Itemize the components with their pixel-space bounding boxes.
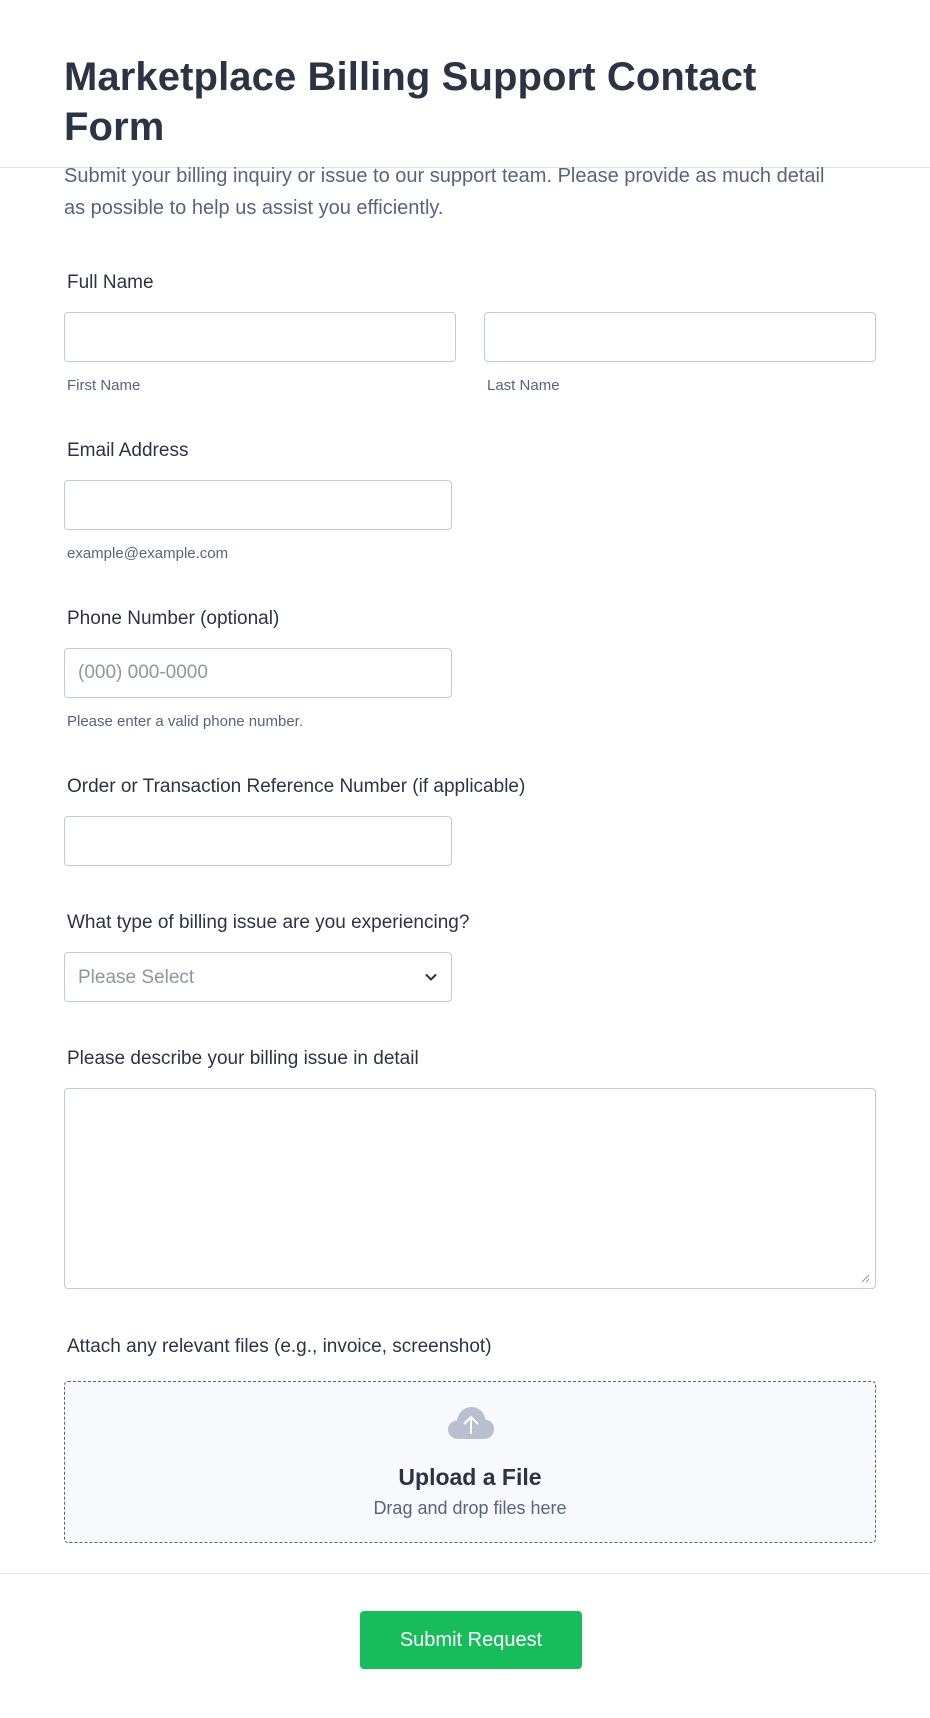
first-name-column: First Name	[64, 312, 456, 396]
reference-label: Order or Transaction Reference Number (i…	[67, 776, 526, 797]
submit-button[interactable]: Submit Request	[360, 1611, 582, 1669]
last-name-input[interactable]	[484, 312, 876, 362]
issue-type-select[interactable]: Please Select	[64, 952, 452, 1002]
description-field: Please describe your billing issue in de…	[64, 1047, 876, 1289]
issue-type-field: What type of billing issue are you exper…	[64, 911, 469, 1002]
reference-input[interactable]	[64, 816, 452, 866]
chevron-down-icon	[425, 974, 437, 981]
upload-hint: Drag and drop files here	[373, 1498, 567, 1518]
email-label: Email Address	[67, 440, 189, 461]
issue-type-selected: Please Select	[78, 967, 195, 988]
email-input[interactable]	[64, 480, 452, 530]
last-name-column: Last Name	[484, 312, 876, 396]
first-name-input[interactable]	[64, 312, 456, 362]
email-field: Email Address example@example.com	[64, 439, 452, 564]
phone-sublabel: Please enter a valid phone number.	[67, 713, 303, 730]
first-name-sublabel: First Name	[67, 377, 141, 394]
form-subtitle: Submit your billing inquiry or issue to …	[64, 165, 825, 219]
billing-support-form: Marketplace Billing Support Contact Form…	[0, 0, 930, 1718]
full-name-label-wrap: Full Name	[64, 271, 154, 295]
attachments-label: Attach any relevant files (e.g., invoice…	[67, 1336, 492, 1357]
description-label: Please describe your billing issue in de…	[67, 1048, 419, 1069]
phone-label: Phone Number (optional)	[67, 608, 280, 629]
form-header: Marketplace Billing Support Contact Form…	[0, 0, 930, 219]
form-title: Marketplace Billing Support Contact Form	[64, 55, 757, 149]
file-upload-dropzone[interactable]: Upload a File Drag and drop files here	[64, 1381, 876, 1543]
attachments-label-wrap: Attach any relevant files (e.g., invoice…	[64, 1335, 492, 1359]
full-name-label: Full Name	[67, 272, 154, 293]
last-name-sublabel: Last Name	[487, 377, 560, 394]
issue-type-label: What type of billing issue are you exper…	[67, 912, 470, 933]
reference-field: Order or Transaction Reference Number (i…	[64, 775, 525, 866]
resize-handle-icon[interactable]	[860, 1273, 870, 1283]
upload-title: Upload a File	[398, 1464, 542, 1490]
phone-field: Phone Number (optional) Please enter a v…	[64, 607, 452, 732]
cloud-upload-icon	[448, 1407, 494, 1439]
phone-input[interactable]	[64, 648, 452, 698]
footer-divider	[0, 1573, 930, 1574]
description-textarea[interactable]	[64, 1088, 876, 1289]
email-sublabel: example@example.com	[67, 545, 229, 562]
description-wrap	[64, 1088, 876, 1289]
